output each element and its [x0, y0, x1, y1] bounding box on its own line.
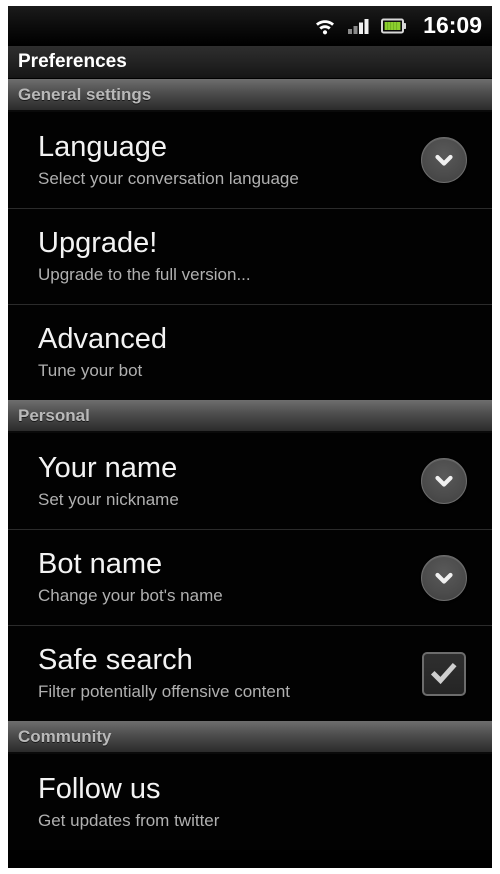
status-bar-clock: 16:09 — [423, 12, 482, 38]
preference-text: Your name Set your nickname — [38, 451, 418, 512]
preference-text: Language Select your conversation langua… — [38, 130, 418, 191]
preference-summary: Filter potentially offensive content — [38, 682, 290, 701]
preference-widget-slot — [418, 458, 470, 504]
section-header-personal: Personal — [8, 400, 492, 433]
preference-row-safe-search[interactable]: Safe search Filter potentially offensive… — [8, 625, 492, 721]
wifi-icon — [313, 16, 337, 36]
preference-title: Your name — [38, 451, 178, 484]
page-title: Preferences — [18, 51, 127, 72]
preference-row-upgrade[interactable]: Upgrade! Upgrade to the full version... — [8, 208, 492, 304]
preference-row-advanced[interactable]: Advanced Tune your bot — [8, 304, 492, 400]
signal-icon — [347, 16, 371, 36]
preference-title: Follow us — [38, 772, 161, 805]
preference-row-your-name[interactable]: Your name Set your nickname — [8, 433, 492, 529]
preference-row-follow-us[interactable]: Follow us Get updates from twitter — [8, 754, 492, 850]
preference-text: Follow us Get updates from twitter — [38, 772, 418, 833]
chevron-down-icon — [431, 468, 457, 494]
checkmark-icon — [429, 659, 459, 689]
section-header-label: Community — [18, 726, 112, 746]
preference-row-language[interactable]: Language Select your conversation langua… — [8, 112, 492, 208]
status-bar-icons: 16:09 — [313, 14, 482, 37]
preference-row-bot-name[interactable]: Bot name Change your bot's name — [8, 529, 492, 625]
preference-summary: Set your nickname — [38, 489, 179, 509]
safe-search-checkbox[interactable] — [422, 651, 466, 696]
preference-summary: Change your bot's name — [38, 586, 223, 605]
your-name-chevron-button[interactable] — [421, 458, 467, 504]
preference-text: Safe search Filter potentially offensive… — [38, 643, 418, 704]
bot-name-chevron-button[interactable] — [421, 554, 467, 601]
screen-title-bar: Preferences — [8, 46, 492, 79]
section-header-community: Community — [8, 721, 492, 754]
preference-summary: Tune your bot — [38, 361, 143, 380]
preference-summary: Get updates from twitter — [38, 810, 220, 830]
language-chevron-button[interactable] — [421, 137, 467, 183]
chevron-down-icon — [431, 565, 457, 591]
preference-list[interactable]: General settings Language Select your co… — [8, 79, 492, 850]
preference-title: Language — [38, 130, 168, 163]
battery-icon — [381, 17, 407, 35]
chevron-down-icon — [431, 147, 457, 173]
preference-summary: Upgrade to the full version... — [38, 265, 251, 284]
preference-title: Upgrade! — [38, 227, 158, 259]
preference-title: Bot name — [38, 548, 163, 580]
section-header-label: Personal — [18, 405, 90, 425]
status-bar: 16:09 — [8, 6, 492, 46]
preference-text: Bot name Change your bot's name — [38, 547, 418, 608]
preference-widget-slot — [418, 137, 470, 183]
preference-text: Upgrade! Upgrade to the full version... — [38, 226, 418, 287]
phone-screen: 16:09 Preferences General settings Langu… — [8, 6, 492, 868]
section-header-general-settings: General settings — [8, 79, 492, 112]
preference-title: Advanced — [38, 323, 167, 355]
preference-widget-slot — [418, 651, 470, 696]
preference-widget-slot — [418, 554, 470, 601]
preference-title: Safe search — [38, 644, 193, 676]
preference-text: Advanced Tune your bot — [38, 322, 418, 383]
preference-summary: Select your conversation language — [38, 168, 299, 188]
section-header-label: General settings — [18, 84, 152, 104]
